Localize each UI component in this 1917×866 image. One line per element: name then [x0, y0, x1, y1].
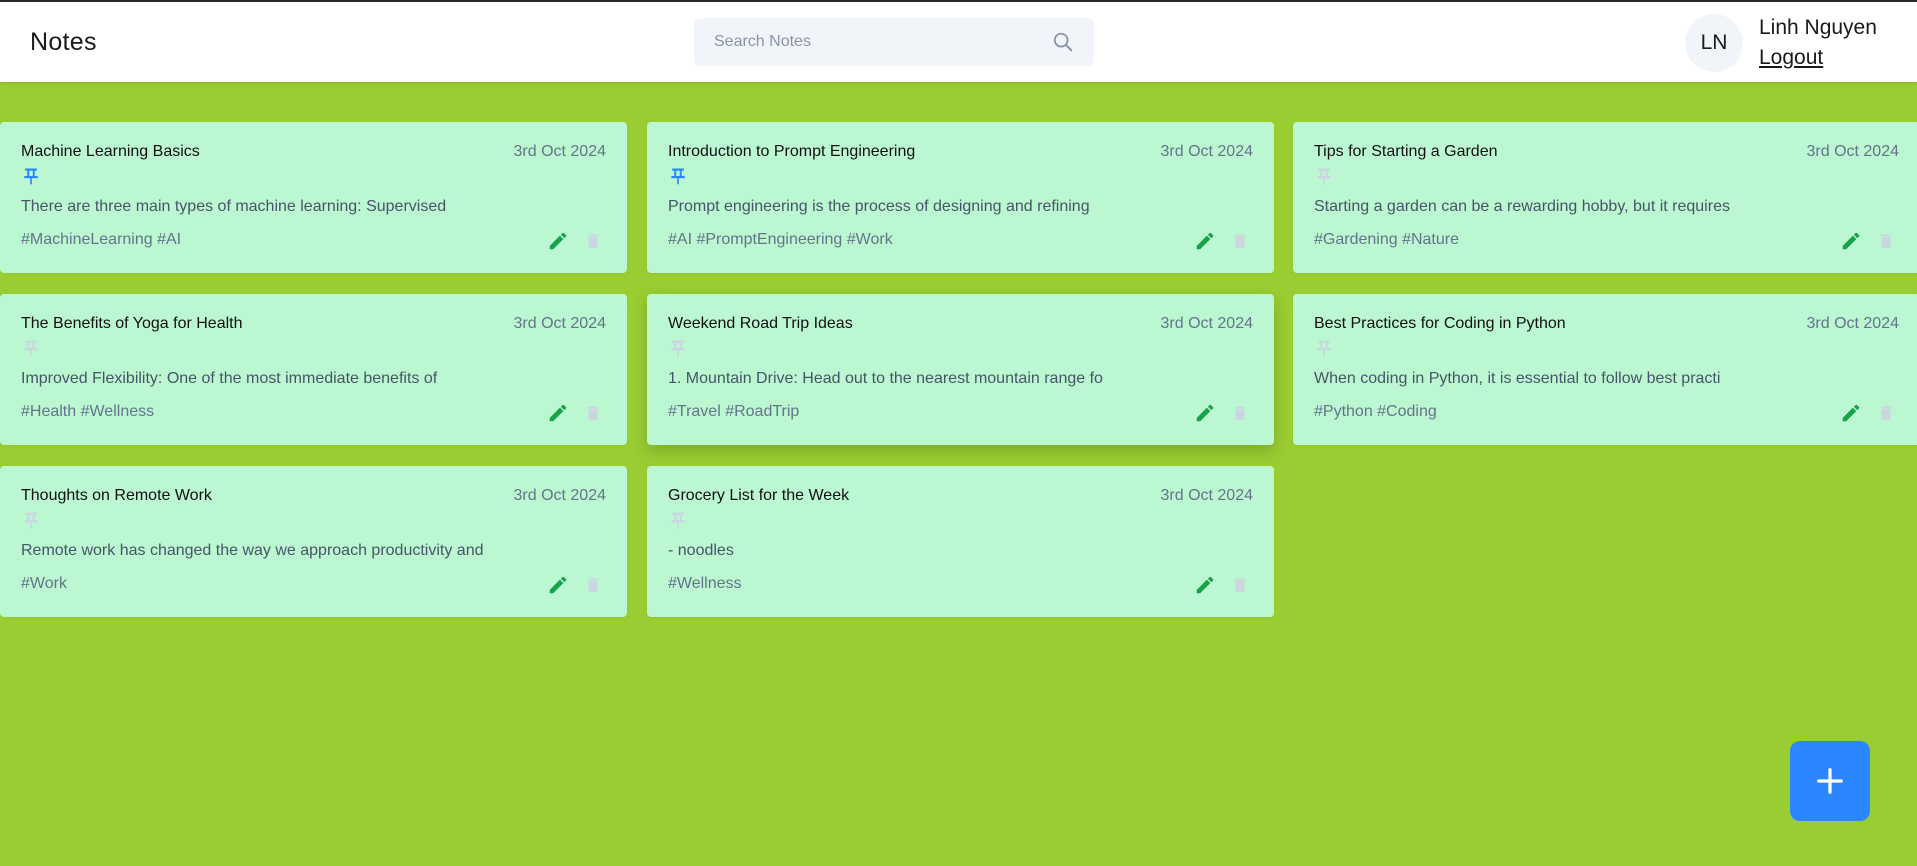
note-card[interactable]: Best Practices for Coding in Python 3rd … [1293, 294, 1917, 445]
note-tags: #Travel #RoadTrip [668, 403, 800, 420]
note-date: 3rd Oct 2024 [1160, 315, 1254, 332]
note-content: When coding in Python, it is essential t… [1314, 370, 1721, 387]
search-box [694, 18, 1094, 66]
note-content: - noodles [668, 542, 734, 559]
note-card[interactable]: Weekend Road Trip Ideas 3rd Oct 2024 1. … [647, 294, 1274, 445]
trash-icon[interactable] [1231, 230, 1249, 252]
pencil-icon[interactable] [1840, 402, 1862, 424]
trash-icon[interactable] [1877, 402, 1895, 424]
note-title: Tips for Starting a Garden [1314, 143, 1498, 160]
user-name: Linh Nguyen [1759, 16, 1877, 39]
note-date: 3rd Oct 2024 [1806, 315, 1900, 332]
trash-icon[interactable] [584, 230, 602, 252]
pencil-icon[interactable] [1194, 574, 1216, 596]
note-card[interactable]: Thoughts on Remote Work 3rd Oct 2024 Rem… [0, 466, 627, 617]
pin-icon[interactable] [1314, 337, 1334, 359]
note-content: 1. Mountain Drive: Head out to the neare… [668, 370, 1103, 387]
note-date: 3rd Oct 2024 [1160, 143, 1254, 160]
trash-icon[interactable] [584, 574, 602, 596]
pin-icon[interactable] [668, 337, 688, 359]
pin-icon[interactable] [21, 165, 41, 187]
trash-icon[interactable] [1231, 574, 1249, 596]
note-content: There are three main types of machine le… [21, 198, 447, 215]
trash-icon[interactable] [1877, 230, 1895, 252]
note-content: Improved Flexibility: One of the most im… [21, 370, 438, 387]
search-icon[interactable] [1052, 31, 1074, 53]
note-tags: #Gardening #Nature [1314, 231, 1459, 248]
note-title: Thoughts on Remote Work [21, 487, 212, 504]
note-date: 3rd Oct 2024 [513, 143, 607, 160]
pin-icon[interactable] [21, 509, 41, 531]
note-date: 3rd Oct 2024 [1806, 143, 1900, 160]
avatar: LN [1685, 14, 1743, 72]
pencil-icon[interactable] [1194, 230, 1216, 252]
note-date: 3rd Oct 2024 [1160, 487, 1254, 504]
pencil-icon[interactable] [1194, 402, 1216, 424]
avatar-initials: LN [1700, 31, 1728, 54]
pencil-icon[interactable] [547, 230, 569, 252]
note-content: Prompt engineering is the process of des… [668, 198, 1090, 215]
note-title: Introduction to Prompt Engineering [668, 143, 916, 160]
note-title: Grocery List for the Week [668, 487, 850, 504]
note-card[interactable]: Tips for Starting a Garden 3rd Oct 2024 … [1293, 122, 1917, 273]
trash-icon[interactable] [584, 402, 602, 424]
note-tags: #Python #Coding [1314, 403, 1437, 420]
note-card[interactable]: Grocery List for the Week 3rd Oct 2024 -… [647, 466, 1274, 617]
note-tags: #MachineLearning #AI [21, 231, 182, 248]
pencil-icon[interactable] [547, 402, 569, 424]
note-tags: #Work [21, 575, 67, 592]
note-date: 3rd Oct 2024 [513, 487, 607, 504]
note-content: Starting a garden can be a rewarding hob… [1314, 198, 1730, 215]
pin-icon[interactable] [1314, 165, 1334, 187]
pencil-icon[interactable] [1840, 230, 1862, 252]
pin-icon[interactable] [668, 165, 688, 187]
plus-icon [1817, 768, 1843, 794]
navbar: Notes LN Linh Nguyen Logout [0, 2, 1917, 82]
note-card[interactable]: The Benefits of Yoga for Health 3rd Oct … [0, 294, 627, 445]
trash-icon[interactable] [1231, 402, 1249, 424]
note-tags: #AI #PromptEngineering #Work [668, 231, 893, 248]
note-card[interactable]: Machine Learning Basics 3rd Oct 2024 The… [0, 122, 627, 273]
note-title: The Benefits of Yoga for Health [21, 315, 243, 332]
note-date: 3rd Oct 2024 [513, 315, 607, 332]
add-note-button[interactable] [1790, 741, 1870, 821]
note-card[interactable]: Introduction to Prompt Engineering 3rd O… [647, 122, 1274, 273]
pin-icon[interactable] [668, 509, 688, 531]
note-tags: #Health #Wellness [21, 403, 155, 420]
pencil-icon[interactable] [547, 574, 569, 596]
app-title: Notes [30, 28, 97, 56]
note-title: Best Practices for Coding in Python [1314, 315, 1566, 332]
note-title: Weekend Road Trip Ideas [668, 315, 853, 332]
note-content: Remote work has changed the way we appro… [21, 542, 484, 559]
search-input[interactable] [694, 18, 1044, 66]
note-tags: #Wellness [668, 575, 742, 592]
logout-link[interactable]: Logout [1759, 46, 1823, 70]
note-title: Machine Learning Basics [21, 143, 200, 160]
pin-icon[interactable] [21, 337, 41, 359]
